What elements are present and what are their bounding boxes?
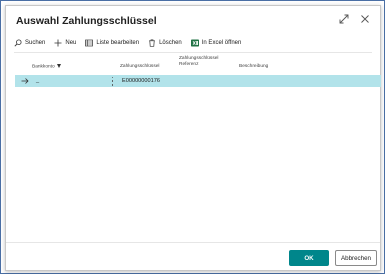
column-header-bank-account[interactable]: Bankkonto xyxy=(32,64,61,70)
column-header-reference-line2: Referenz xyxy=(179,61,199,67)
column-header-description[interactable]: Beschreibung xyxy=(239,64,268,70)
search-button-label: Suchen xyxy=(25,40,46,46)
row-arrow-icon xyxy=(21,78,29,84)
excel-icon xyxy=(190,39,199,47)
open-in-excel-label: In Excel öffnen xyxy=(201,40,242,46)
new-button[interactable]: Neu xyxy=(54,39,76,47)
delete-icon xyxy=(149,39,156,47)
delete-button[interactable]: Löschen xyxy=(148,39,182,47)
edit-list-button-label: Liste bearbeiten xyxy=(96,40,140,46)
edit-list-button[interactable]: Liste bearbeiten xyxy=(85,39,139,47)
search-icon xyxy=(14,39,22,47)
table-row[interactable]: _ E00000000176 xyxy=(15,75,381,87)
expand-icon[interactable] xyxy=(338,13,350,25)
column-header-payment-key-reference[interactable]: Zahlungsschlüssel Referenz xyxy=(179,56,218,67)
cancel-button[interactable]: Abbrechen xyxy=(335,250,377,266)
delete-button-label: Löschen xyxy=(159,40,182,46)
plus-icon xyxy=(54,39,62,47)
dialog-title: Auswahl Zahlungsschlüssel xyxy=(16,15,157,27)
dialog: Auswahl Zahlungsschlüssel Suchen Neu Lis… xyxy=(5,5,381,271)
cell-payment-key[interactable]: E00000000176 xyxy=(122,78,160,84)
list-edit-icon xyxy=(85,39,94,47)
open-in-excel-button[interactable]: In Excel öffnen xyxy=(190,39,242,47)
title-icons xyxy=(338,13,371,25)
toolbar-divider xyxy=(14,52,372,53)
row-menu-icon[interactable] xyxy=(111,76,114,86)
window-frame: Auswahl Zahlungsschlüssel Suchen Neu Lis… xyxy=(0,0,385,274)
filter-icon[interactable] xyxy=(56,64,61,68)
footer-divider xyxy=(6,242,380,243)
column-header-payment-key[interactable]: Zahlungsschlüssel xyxy=(120,64,159,70)
cell-bank-account[interactable]: _ xyxy=(36,78,39,84)
new-button-label: Neu xyxy=(65,40,77,46)
search-button[interactable]: Suchen xyxy=(14,39,45,47)
column-header-bank-account-label: Bankkonto xyxy=(32,64,55,70)
ok-button[interactable]: OK xyxy=(289,250,329,266)
column-header-reference-line1: Zahlungsschlüssel xyxy=(179,56,219,61)
action-toolbar: Suchen Neu Liste bearbeiten Löschen In E… xyxy=(14,37,241,49)
close-icon[interactable] xyxy=(359,13,371,25)
